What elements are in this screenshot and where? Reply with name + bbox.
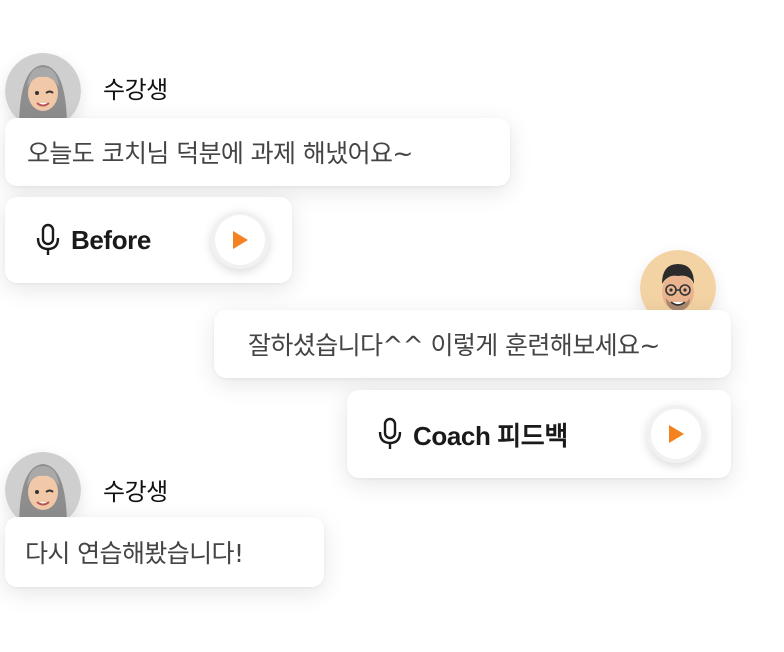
play-button-coach-feedback[interactable] <box>647 405 705 463</box>
message-bubble-student-1: 오늘도 코치님 덕분에 과제 해냈어요~ <box>5 118 510 186</box>
sender-name-student: 수강생 <box>103 76 168 104</box>
audio-bubble-before[interactable]: Before <box>5 197 292 283</box>
audio-label-coach-feedback: Coach 피드백 <box>413 420 568 451</box>
microphone-icon <box>375 417 405 451</box>
play-icon <box>233 231 248 249</box>
message-text: 오늘도 코치님 덕분에 과제 해냈어요~ <box>27 139 413 168</box>
message-bubble-coach: 잘하셨습니다^^ 이렇게 훈련해보세요~ <box>214 310 731 378</box>
sender-name-student: 수강생 <box>103 478 168 506</box>
microphone-icon <box>33 223 63 257</box>
message-text: 잘하셨습니다^^ 이렇게 훈련해보세요~ <box>248 331 660 360</box>
play-button-before[interactable] <box>211 211 269 269</box>
audio-label-before: Before <box>71 224 151 255</box>
message-bubble-student-2: 다시 연습해봤습니다! <box>5 517 324 587</box>
play-icon <box>669 425 684 443</box>
audio-bubble-coach-feedback[interactable]: Coach 피드백 <box>347 390 731 478</box>
message-text: 다시 연습해봤습니다! <box>25 539 244 568</box>
